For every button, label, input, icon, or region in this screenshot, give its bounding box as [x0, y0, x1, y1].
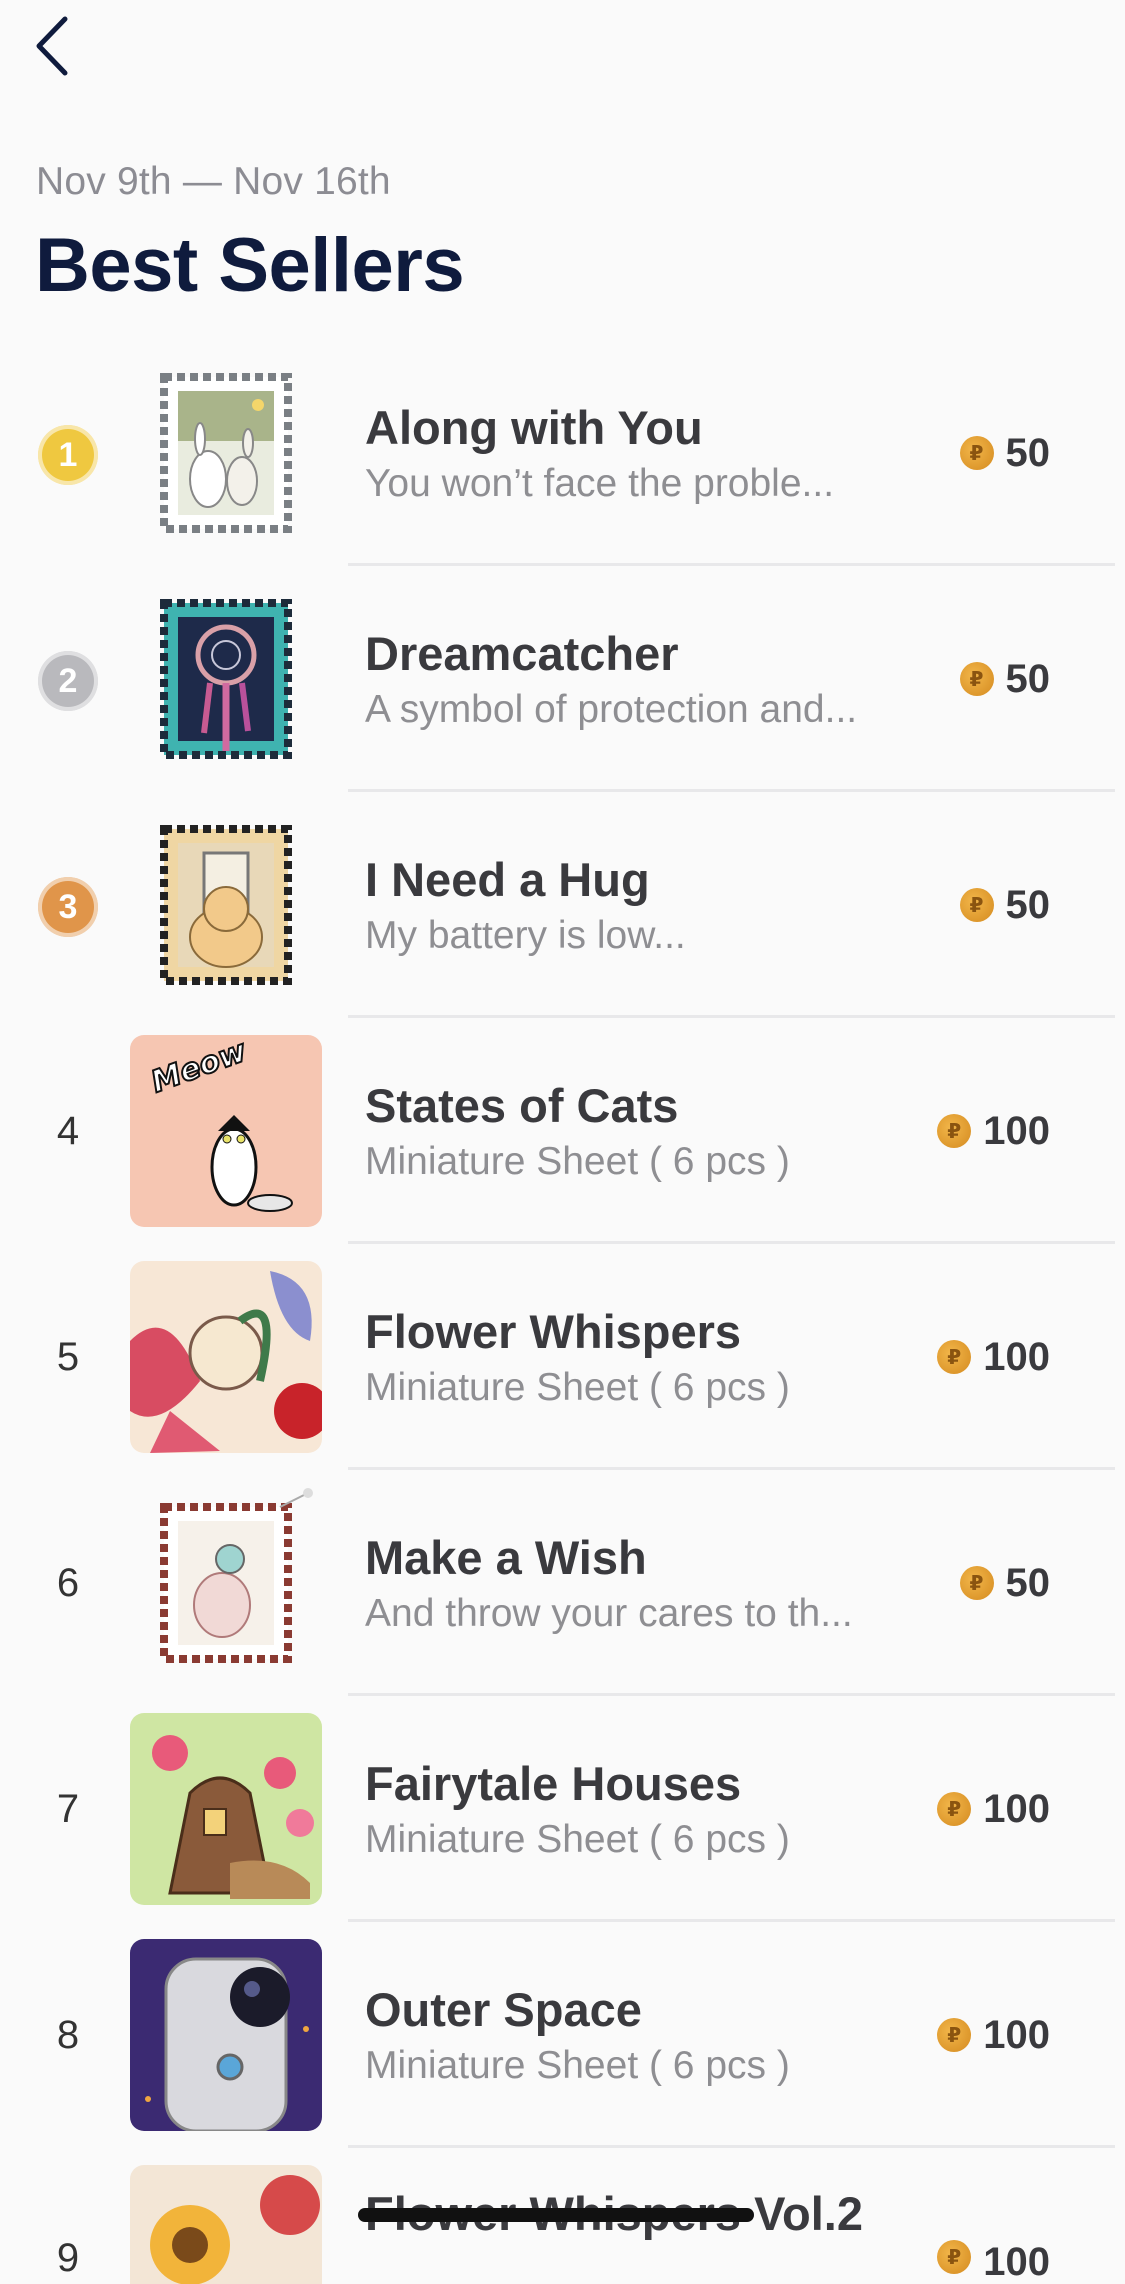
item-title: Fairytale Houses	[365, 1757, 742, 1810]
list-item[interactable]: 8 Outer Space Miniature Sheet ( 6 pcs ) …	[0, 1922, 1125, 2148]
item-subtitle: My battery is low...	[365, 914, 686, 957]
list-item[interactable]: 4 Meow States of Cats Miniature Sheet ( …	[0, 1018, 1125, 1244]
rank-number: 9	[56, 2236, 80, 2280]
item-subtitle: Miniature Sheet ( 6 pcs )	[365, 1366, 790, 1409]
price-value: 100	[983, 1786, 1050, 1831]
sheet-cats-thumbnail: Meow	[130, 1035, 322, 1227]
rank-number: 1	[58, 435, 78, 474]
item-title: I Need a Hug	[365, 853, 650, 906]
item-title: Flower Whispers	[365, 1305, 742, 1358]
rank-number: 8	[56, 2012, 80, 2057]
date-range: Nov 9th — Nov 16th	[36, 160, 391, 203]
back-button[interactable]	[22, 14, 82, 78]
bronze-medal-badge: 3	[38, 877, 98, 937]
price-value: 50	[1005, 430, 1051, 475]
item-subtitle: And throw your cares to th...	[365, 1592, 853, 1635]
list-item[interactable]: 5 Flower Whispers Miniature Sheet ( 6 pc…	[0, 1244, 1125, 1470]
silver-medal-badge: 2	[38, 651, 98, 711]
coin-icon: ₽	[959, 888, 994, 922]
coin-icon: ₽	[959, 436, 994, 470]
rank-number: 3	[58, 887, 78, 926]
coin-icon: ₽	[959, 1566, 994, 1600]
coin-icon: ₽	[937, 2240, 972, 2274]
item-subtitle: A symbol of protection and...	[365, 688, 858, 731]
sheet-space-thumbnail	[130, 1939, 322, 2131]
rank-number: 2	[58, 661, 78, 700]
stamp-cat-thumbnail	[130, 809, 322, 1001]
item-title: Dreamcatcher	[365, 627, 679, 680]
item-title: States of Cats	[365, 1079, 679, 1132]
price: ₽ 50	[959, 340, 1051, 566]
stamp-mouse-thumbnail	[130, 1487, 322, 1679]
price: ₽ 100	[937, 1696, 1050, 1922]
list-item[interactable]: 1 Along with You You won’t face the prob…	[0, 340, 1125, 566]
best-sellers-list: 1 Along with You You won’t face the prob…	[0, 340, 1125, 2284]
price-value: 100	[983, 1334, 1050, 1379]
sheet-flowers-thumbnail	[130, 1261, 322, 1453]
rank-number: 5	[56, 1334, 80, 1379]
list-item[interactable]: 7 Fairytale Houses Miniature Sheet ( 6 p…	[0, 1696, 1125, 1922]
price: ₽ 50	[959, 1470, 1051, 1696]
price: ₽ 50	[959, 566, 1051, 792]
price: ₽ 100	[937, 1922, 1050, 2148]
price: ₽ 100	[937, 1244, 1050, 1470]
list-item[interactable]: 6 Make a Wish And throw your cares to th…	[0, 1470, 1125, 1696]
item-subtitle: Miniature Sheet ( 6 pcs )	[365, 2044, 790, 2087]
coin-icon: ₽	[937, 2018, 972, 2052]
price-value: 100	[983, 2012, 1050, 2057]
coin-icon: ₽	[937, 1792, 972, 1826]
price-value: 50	[1005, 656, 1051, 701]
item-subtitle: You won’t face the proble...	[365, 462, 835, 505]
item-subtitle: Miniature Sheet ( 6 pcs )	[365, 1818, 790, 1861]
gold-medal-badge: 1	[38, 425, 98, 485]
item-title: Make a Wish	[365, 1531, 647, 1584]
price: ₽ 100	[937, 2148, 1050, 2284]
coin-icon: ₽	[959, 662, 994, 696]
sheet-sunflower-thumbnail	[130, 2165, 322, 2284]
stamp-bunnies-thumbnail	[130, 357, 322, 549]
price-value: 50	[1005, 1560, 1051, 1605]
item-title: Along with You	[365, 401, 703, 454]
item-title: Outer Space	[365, 1983, 642, 2036]
coin-icon: ₽	[937, 1114, 972, 1148]
price-value: 100	[983, 1108, 1050, 1153]
rank-number: 4	[56, 1108, 80, 1153]
page-title: Best Sellers	[35, 223, 465, 308]
price: ₽ 100	[937, 1018, 1050, 1244]
rank-number: 7	[56, 1786, 80, 1831]
price-value: 50	[1005, 882, 1051, 927]
list-item[interactable]: 9 Flower Whispers Vol.2 ₽ 100	[0, 2148, 1125, 2284]
list-item[interactable]: 3 I Need a Hug My battery is low... ₽ 50	[0, 792, 1125, 1018]
price: ₽ 50	[959, 792, 1051, 1018]
strikethrough-mark	[358, 2208, 754, 2222]
sheet-houses-thumbnail	[130, 1713, 322, 1905]
price-value: 100	[983, 2240, 1050, 2284]
rank-number: 6	[56, 1560, 80, 1605]
coin-icon: ₽	[937, 1340, 972, 1374]
chevron-left-icon	[36, 16, 68, 76]
list-item[interactable]: 2 Dreamcatcher A symbol of protection an…	[0, 566, 1125, 792]
item-subtitle: Miniature Sheet ( 6 pcs )	[365, 1140, 790, 1183]
stamp-dreamcatcher-thumbnail	[130, 583, 322, 775]
